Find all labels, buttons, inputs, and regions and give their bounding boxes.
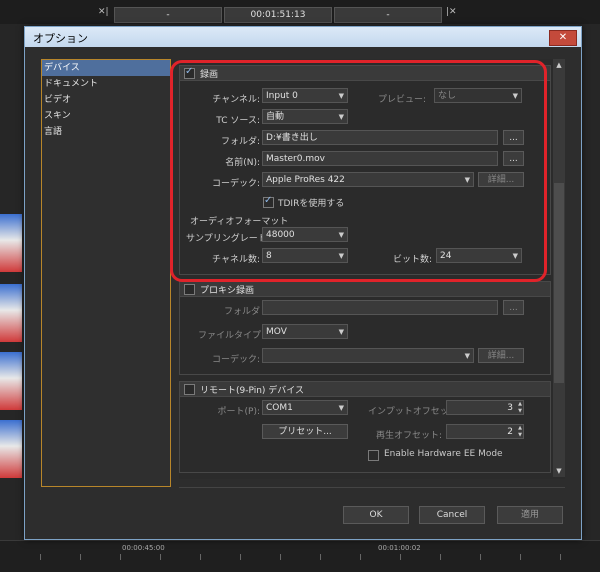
device-settings-panel: 録画 チャンネル: Input 0▼ プレビュー: なし▼ TC ソース: 自動… — [179, 59, 565, 479]
port-select[interactable]: COM1 ▼ — [262, 400, 348, 415]
clip-thumbnail[interactable] — [0, 284, 22, 342]
scroll-down-icon[interactable]: ▼ — [553, 465, 565, 477]
category-item-video[interactable]: ビデオ — [42, 92, 170, 108]
sample-rate-select[interactable]: 48000 ▼ — [262, 227, 348, 242]
channels-label: チャネル数: — [212, 255, 260, 265]
ruler-label: 00:01:00:02 — [378, 544, 421, 552]
cancel-button[interactable]: Cancel — [419, 506, 485, 524]
preset-button[interactable]: プリセット... — [262, 424, 348, 439]
options-dialog: オプション ✕ デバイス ドキュメント ビデオ スキン 言語 録画 チャンネル:… — [24, 26, 582, 540]
chevron-down-icon: ▼ — [512, 252, 518, 260]
input-offset-stepper[interactable]: 3 ▲ ▼ — [446, 400, 524, 415]
tc-source-label: TC ソース: — [216, 116, 260, 126]
timecode-right: - — [334, 7, 442, 23]
timecode-left: - — [114, 7, 222, 23]
codec-label: コーデック: — [211, 179, 260, 189]
category-item-skin[interactable]: スキン — [42, 108, 170, 124]
timeline-ruler[interactable] — [0, 540, 600, 572]
apply-button[interactable]: 適用 — [497, 506, 563, 524]
clip-thumbnail[interactable] — [0, 352, 22, 410]
close-button[interactable]: ✕ — [549, 30, 577, 46]
clip-thumbnail[interactable] — [0, 214, 22, 272]
remote-group-header: リモート(9-Pin) デバイス — [180, 382, 550, 397]
proxy-codec-detail-button[interactable]: 詳細... — [478, 348, 524, 363]
category-item-language[interactable]: 言語 — [42, 124, 170, 140]
bits-select[interactable]: 24 ▼ — [436, 248, 522, 263]
codec-detail-button[interactable]: 詳細... — [478, 172, 524, 187]
proxy-group-header: プロキシ録画 — [180, 282, 550, 297]
chevron-down-icon: ▼ — [338, 328, 344, 336]
ruler-label: 00:00:45:00 — [122, 544, 165, 552]
chevron-down-icon: ▼ — [338, 231, 344, 239]
preview-select[interactable]: なし ▼ — [434, 88, 522, 103]
port-label: ポート(P): — [217, 407, 260, 417]
proxy-folder-field[interactable] — [262, 300, 498, 315]
chevron-down-icon: ▼ — [464, 176, 470, 184]
channel-select[interactable]: Input 0 ▼ — [262, 88, 348, 103]
play-offset-stepper[interactable]: 2 ▲ ▼ — [446, 424, 524, 439]
step-back-icon[interactable]: ✕| — [98, 7, 109, 17]
background-bin-panel — [0, 24, 24, 544]
name-field[interactable]: Master0.mov — [262, 151, 498, 166]
dialog-title: オプション — [33, 32, 88, 45]
preview-label: プレビュー: — [377, 95, 426, 105]
chevron-down-icon: ▼ — [512, 92, 518, 100]
hw-ee-label: Enable Hardware EE Mode — [384, 449, 503, 459]
channel-label: チャンネル: — [212, 95, 260, 105]
tc-source-select[interactable]: 自動 ▼ — [262, 109, 348, 124]
proxy-group-title: プロキシ録画 — [200, 286, 255, 296]
proxy-filetype-label: ファイルタイプ: — [198, 331, 265, 341]
category-list: デバイス ドキュメント ビデオ スキン 言語 — [41, 59, 171, 487]
divider — [179, 487, 565, 488]
proxy-group: プロキシ録画 フォルダ ... ファイルタイプ: MOV ▼ コーデック: ▼ 詳… — [179, 281, 551, 375]
chevron-down-icon: ▼ — [338, 113, 344, 121]
clip-thumbnail[interactable] — [0, 420, 22, 478]
channels-select[interactable]: 8 ▼ — [262, 248, 348, 263]
folder-browse-button[interactable]: ... — [503, 130, 524, 145]
hw-ee-checkbox[interactable] — [368, 450, 379, 461]
chevron-down-icon: ▼ — [338, 252, 344, 260]
background-toolbar: ✕| - 00:01:51:13 - |✕ — [0, 0, 600, 24]
scroll-thumb[interactable] — [554, 183, 564, 383]
scroll-up-icon[interactable]: ▲ — [553, 59, 565, 71]
dialog-titlebar[interactable]: オプション ✕ — [25, 27, 581, 47]
category-item-device[interactable]: デバイス — [42, 60, 170, 76]
remote-checkbox[interactable] — [184, 384, 195, 395]
recording-group-title: 録画 — [200, 70, 219, 80]
ok-button[interactable]: OK — [343, 506, 409, 524]
audio-format-label: オーディオフォーマット — [190, 217, 289, 227]
tdir-checkbox[interactable] — [263, 195, 274, 208]
stepper-arrows-icon: ▲ ▼ — [518, 401, 522, 414]
chevron-down-icon: ▼ — [464, 352, 470, 360]
name-label: 名前(N): — [225, 158, 260, 168]
proxy-codec-label: コーデック: — [211, 355, 260, 365]
bits-label: ビット数: — [392, 255, 432, 265]
step-forward-icon[interactable]: |✕ — [446, 7, 457, 17]
tdir-label: TDIRを使用する — [278, 199, 345, 209]
recording-group-header: 録画 — [180, 66, 550, 81]
proxy-codec-select[interactable]: ▼ — [262, 348, 474, 363]
proxy-folder-label: フォルダ — [223, 307, 260, 317]
category-item-document[interactable]: ドキュメント — [42, 76, 170, 92]
chevron-down-icon: ▼ — [338, 404, 344, 412]
remote-group: リモート(9-Pin) デバイス ポート(P): COM1 ▼ インプットオフセッ… — [179, 381, 551, 473]
codec-select[interactable]: Apple ProRes 422 ▼ — [262, 172, 474, 187]
stepper-arrows-icon: ▲ ▼ — [518, 425, 522, 438]
proxy-folder-browse-button[interactable]: ... — [503, 300, 524, 315]
proxy-filetype-select[interactable]: MOV ▼ — [262, 324, 348, 339]
folder-label: フォルダ: — [220, 137, 260, 147]
settings-scrollbar[interactable]: ▲ ▼ — [553, 59, 565, 477]
recording-checkbox[interactable] — [184, 66, 195, 79]
sample-rate-label: サンプリングレート: — [186, 234, 270, 244]
proxy-checkbox[interactable] — [184, 284, 195, 295]
chevron-down-icon: ▼ — [338, 92, 344, 100]
input-offset-label: インプットオフセット: — [368, 407, 461, 417]
recording-group: 録画 チャンネル: Input 0▼ プレビュー: なし▼ TC ソース: 自動… — [179, 65, 551, 275]
name-browse-button[interactable]: ... — [503, 151, 524, 166]
play-offset-label: 再生オフセット: — [375, 431, 442, 441]
remote-group-title: リモート(9-Pin) デバイス — [200, 386, 305, 396]
folder-field[interactable]: D:¥書き出し — [262, 130, 498, 145]
timecode-center: 00:01:51:13 — [224, 7, 332, 23]
